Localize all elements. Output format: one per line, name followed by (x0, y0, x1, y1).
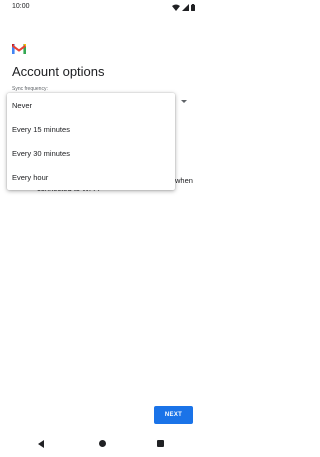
recents-icon[interactable] (157, 440, 164, 447)
wifi-sync-label-line1: when (175, 176, 193, 185)
menu-item-every-hour[interactable]: Every hour (7, 166, 175, 190)
status-icons (172, 3, 195, 11)
navigation-bar (0, 432, 206, 457)
menu-item-every-30-minutes[interactable]: Every 30 minutes (7, 142, 175, 166)
status-bar: 10:00 (0, 0, 206, 14)
sync-frequency-label: Sync frequency: (12, 86, 48, 92)
battery-icon (191, 3, 195, 11)
sync-frequency-menu: Never Every 15 minutes Every 30 minutes … (7, 93, 175, 190)
menu-item-never[interactable]: Never (7, 93, 175, 117)
back-icon[interactable] (38, 440, 44, 448)
home-icon[interactable] (99, 440, 106, 447)
status-time: 10:00 (12, 3, 30, 10)
menu-item-every-15-minutes[interactable]: Every 15 minutes (7, 117, 175, 141)
next-button[interactable]: NEXT (154, 406, 193, 424)
page-title: Account options (12, 64, 105, 79)
wifi-icon (172, 4, 180, 11)
signal-icon (182, 3, 189, 11)
dropdown-arrow-icon[interactable] (181, 100, 187, 103)
gmail-logo-icon (12, 44, 26, 54)
